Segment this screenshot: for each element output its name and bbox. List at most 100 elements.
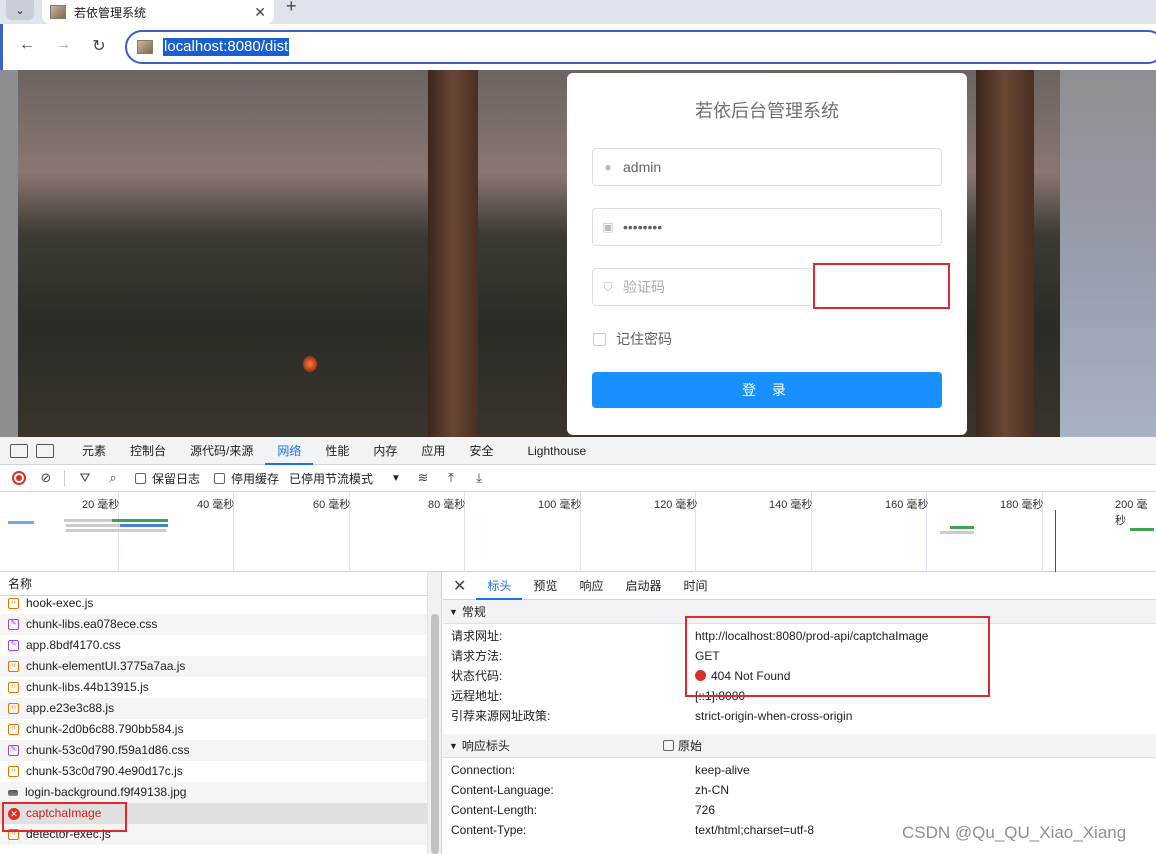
chevron-down-icon: ⌄ <box>15 4 25 17</box>
login-title: 若依后台管理系统 <box>695 101 839 121</box>
request-row[interactable]: ✎ app.8bdf4170.css <box>0 635 428 656</box>
site-info-icon[interactable] <box>137 40 153 54</box>
request-row[interactable]: ‹› hook-exec.js <box>0 593 428 614</box>
clear-icon[interactable]: ⊘ <box>38 470 54 486</box>
request-row[interactable]: ‹› chunk-elementUI.3775a7aa.js <box>0 656 428 677</box>
tab-timing[interactable]: 时间 <box>672 572 718 600</box>
disable-cache-toggle[interactable]: 停用缓存 <box>214 470 279 487</box>
filter-icon[interactable]: ⛛ <box>77 470 93 486</box>
timeline-bar <box>66 529 166 532</box>
password-input[interactable]: ▣ •••••••• <box>592 208 942 246</box>
scrollbar-thumb[interactable] <box>431 614 439 854</box>
browser-tab[interactable]: 若依管理系统 ✕ <box>42 0 274 24</box>
timeline-label: 20 毫秒 <box>82 499 120 511</box>
timeline-label: 200 毫秒 <box>1115 499 1148 527</box>
raw-checkbox[interactable] <box>662 740 674 751</box>
upload-icon[interactable]: ⤒ <box>443 470 459 486</box>
disable-cache-checkbox[interactable] <box>214 472 226 484</box>
login-form: 若依后台管理系统 ● admin ▣ •••••••• ⛉ 验证码 记住密码 登… <box>567 73 967 435</box>
tab-security[interactable]: 安全 <box>457 437 505 465</box>
tab-network[interactable]: 网络 <box>265 437 314 465</box>
js-file-icon: ‹› <box>8 766 19 777</box>
remember-checkbox[interactable] <box>593 332 606 346</box>
back-button[interactable]: ← <box>17 36 37 54</box>
raw-toggle[interactable]: 原始 <box>662 734 702 758</box>
scrollbar[interactable] <box>427 572 441 854</box>
request-row[interactable]: ‹› chunk-53c0d790.4e90d17c.js <box>0 761 428 782</box>
js-file-icon: ‹› <box>8 703 19 714</box>
password-value: •••••••• <box>623 219 663 235</box>
tab-response[interactable]: 响应 <box>568 572 614 600</box>
dropdown-arrow-icon[interactable]: ▼ <box>391 473 401 484</box>
timeline-label: 40 毫秒 <box>197 499 235 511</box>
download-icon[interactable]: ⤓ <box>471 470 487 486</box>
tab-lighthouse[interactable]: Lighthouse <box>515 437 598 465</box>
page-viewport: 若依后台管理系统 ● admin ▣ •••••••• ⛉ 验证码 记住密码 登… <box>0 70 1156 437</box>
tab-headers[interactable]: 标头 <box>476 572 523 600</box>
login-button[interactable]: 登 录 <box>592 372 942 408</box>
network-toolbar: ⊘ ⛛ ⌕ 保留日志 停用缓存 已停用节流模式 ▼ ≋ ⤒ ⤓ <box>0 465 1156 492</box>
triangle-down-icon: ▼ <box>449 606 458 617</box>
tab-preview[interactable]: 预览 <box>522 572 568 600</box>
username-input[interactable]: ● admin <box>592 148 942 186</box>
request-row[interactable]: ✎ chunk-53c0d790.f59a1d86.css <box>0 740 428 761</box>
tab-search-button[interactable]: ⌄ <box>6 0 34 20</box>
timeline-label: 60 毫秒 <box>313 499 351 511</box>
captcha-placeholder: 验证码 <box>623 279 665 295</box>
tab-performance[interactable]: 性能 <box>313 437 361 465</box>
network-overview[interactable]: 20 毫秒 40 毫秒 60 毫秒 80 毫秒 100 毫秒 120 毫秒 14… <box>0 492 1156 572</box>
forward-button[interactable]: → <box>53 36 73 54</box>
image-file-icon <box>8 789 18 796</box>
name-column-header[interactable]: 名称 ▲ <box>0 572 441 596</box>
details-tabbar: ✕ 标头 预览 响应 启动器 时间 <box>443 572 1156 600</box>
lock-icon: ▣ <box>602 220 614 234</box>
network-conditions-icon[interactable]: ≋ <box>415 470 431 486</box>
reload-button[interactable]: ↻ <box>89 36 109 56</box>
device-toolbar-icon[interactable] <box>36 443 54 458</box>
highlight-box <box>2 802 127 832</box>
header-row: 引荐来源网址政策: strict-origin-when-cross-origin <box>451 709 853 723</box>
timeline-cursor <box>1055 510 1056 572</box>
captcha-input[interactable]: ⛉ 验证码 <box>592 268 814 306</box>
disable-cache-label: 停用缓存 <box>231 471 280 486</box>
preserve-log-checkbox[interactable] <box>135 472 146 484</box>
background-light <box>303 356 317 372</box>
timeline-bar <box>8 521 34 524</box>
tab-strip: ⌄ 若依管理系统 ✕ + <box>0 0 1156 24</box>
tab-initiator[interactable]: 启动器 <box>614 572 672 600</box>
captcha-image-placeholder[interactable] <box>813 263 950 309</box>
watermark: CSDN @Qu_QU_Xiao_Xiang <box>902 823 1127 842</box>
inspect-element-icon[interactable] <box>10 443 28 458</box>
timeline-bar <box>950 526 974 529</box>
url-text[interactable]: localhost:8080/dist <box>163 38 290 56</box>
tab-memory[interactable]: 内存 <box>361 437 409 465</box>
preserve-log-toggle[interactable]: 保留日志 <box>135 470 200 487</box>
request-row[interactable]: login-background.f9f49138.jpg <box>0 782 428 803</box>
search-icon[interactable]: ⌕ <box>105 470 121 486</box>
timeline-label: 160 毫秒 <box>885 499 929 511</box>
address-bar[interactable]: localhost:8080/dist <box>125 30 1156 64</box>
favicon-icon <box>50 5 66 19</box>
timeline-label: 120 毫秒 <box>654 499 698 511</box>
request-row[interactable]: ‹› chunk-2d0b6c88.790bb584.js <box>0 719 428 740</box>
remember-password[interactable]: 记住密码 <box>593 329 672 349</box>
close-icon[interactable]: ✕ <box>453 576 466 596</box>
highlight-box <box>685 616 990 697</box>
tab-console[interactable]: 控制台 <box>118 437 178 465</box>
close-icon[interactable]: ✕ <box>254 4 266 21</box>
tab-sources[interactable]: 源代码/来源 <box>178 437 265 465</box>
css-file-icon: ✎ <box>8 640 19 651</box>
throttling-select[interactable]: 已停用节流模式 <box>289 470 373 487</box>
new-tab-button[interactable]: + <box>286 0 297 15</box>
record-button[interactable] <box>12 471 26 485</box>
tab-elements[interactable]: 元素 <box>70 437 118 465</box>
request-details: ✕ 标头 预览 响应 启动器 时间 ▼ 常规 请求网址: http://local… <box>443 572 1156 854</box>
request-row[interactable]: ‹› app.e23e3c88.js <box>0 698 428 719</box>
shield-icon: ⛉ <box>603 280 613 294</box>
timeline-bar <box>1130 528 1154 531</box>
response-headers-section-header[interactable]: ▼ 响应标头 原始 <box>443 734 1156 758</box>
request-row[interactable]: ✎ chunk-libs.ea078ece.css <box>0 614 428 635</box>
request-row[interactable]: ‹› chunk-libs.44b13915.js <box>0 677 428 698</box>
tab-application[interactable]: 应用 <box>409 437 457 465</box>
timeline-bar <box>940 531 974 534</box>
